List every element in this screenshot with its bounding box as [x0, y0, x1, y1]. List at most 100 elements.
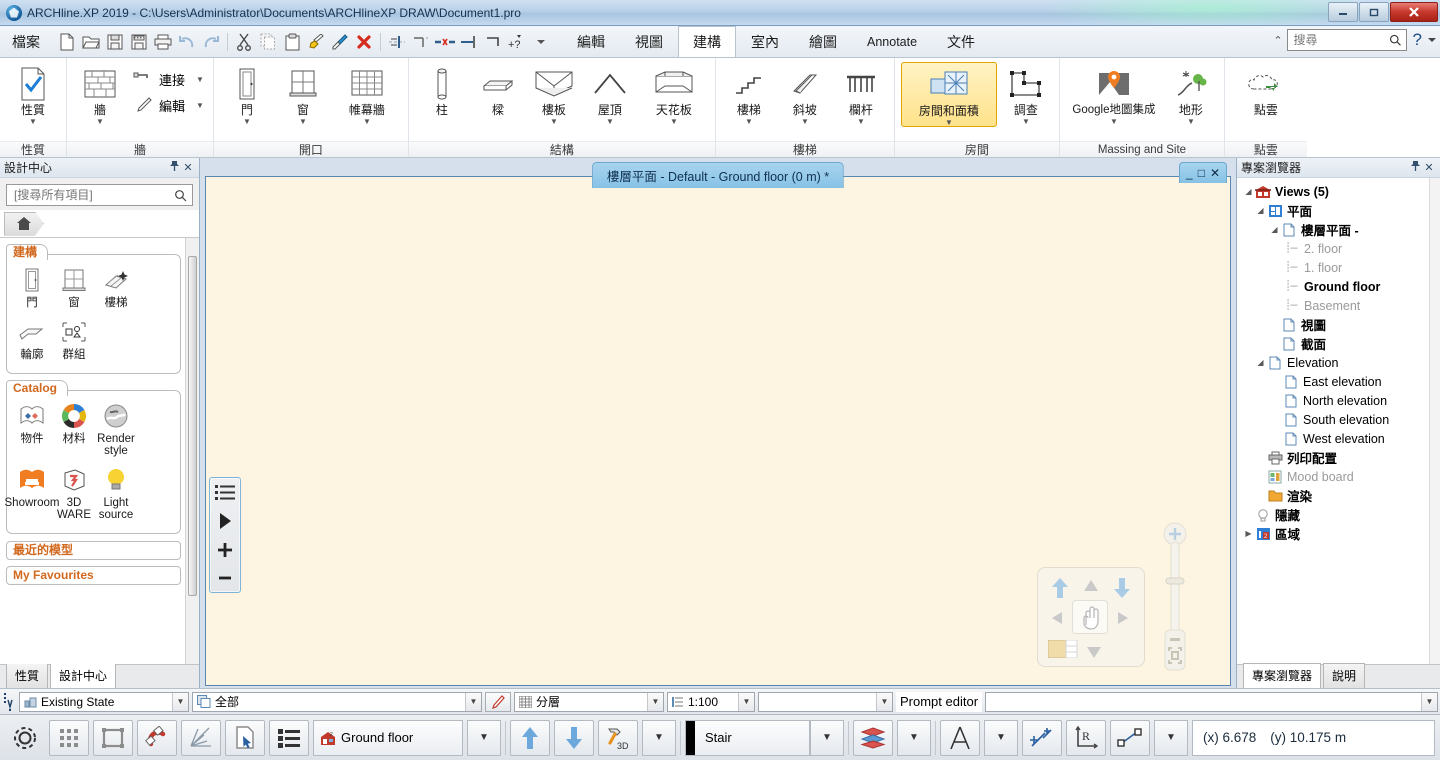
delete-icon[interactable]: [353, 30, 375, 54]
tab-design-center[interactable]: 設計中心: [50, 663, 116, 688]
undo-icon[interactable]: [176, 30, 198, 54]
tab-interior[interactable]: 室內: [736, 26, 794, 57]
print-icon[interactable]: [152, 30, 174, 54]
ribbon-button-wall[interactable]: 牆 ▼: [73, 62, 127, 125]
tree-item-view[interactable]: 視圖: [1241, 315, 1438, 334]
text-A-icon[interactable]: [940, 720, 980, 756]
close-icon[interactable]: ✕: [1422, 161, 1436, 174]
design-state-combo[interactable]: Existing State ▼: [19, 692, 189, 712]
ribbon-button-railing[interactable]: 欄杆 ▼: [834, 62, 888, 125]
tab-properties[interactable]: 性質: [6, 663, 48, 688]
chevron-down-icon[interactable]: ▼: [96, 118, 104, 125]
ribbon-button-stair[interactable]: 樓梯 ▼: [722, 62, 776, 125]
bounding-box-icon[interactable]: [93, 720, 133, 756]
twisty-open-icon[interactable]: ◢: [1255, 206, 1266, 215]
doc-close-button[interactable]: ✕: [1210, 166, 1220, 180]
new-icon[interactable]: [56, 30, 78, 54]
save-icon[interactable]: [104, 30, 126, 54]
chevron-down-icon[interactable]: ▼: [172, 693, 188, 711]
menu-file-button[interactable]: 檔案: [0, 26, 52, 57]
nav-down-outline-icon[interactable]: [1086, 640, 1102, 663]
ribbon-button-window[interactable]: 窗 ▼: [276, 62, 330, 125]
magnet-snap-icon[interactable]: [137, 720, 177, 756]
collapse-ribbon-icon[interactable]: ⌃: [1273, 34, 1282, 47]
ribbon-button-terrain[interactable]: 地形 ▼: [1164, 62, 1218, 125]
twisty-open-icon[interactable]: ◢: [1255, 358, 1266, 367]
chevron-down-icon[interactable]: ▼: [857, 118, 865, 125]
chevron-down-icon[interactable]: ▼: [1187, 118, 1195, 125]
design-center-scrollbar[interactable]: [185, 238, 199, 664]
design-center-item-render-style[interactable]: Render style: [95, 399, 137, 457]
chevron-down-icon[interactable]: ▼: [465, 693, 481, 711]
design-center-group-title[interactable]: 建構: [6, 244, 48, 260]
design-center-item-door[interactable]: 門: [11, 263, 53, 309]
active-tool-chevron-down-icon[interactable]: ▼: [810, 720, 844, 756]
design-center-group-title[interactable]: Catalog: [6, 380, 68, 396]
open-icon[interactable]: [80, 30, 102, 54]
floor-combo-chevron-down-icon[interactable]: ▼: [467, 720, 501, 756]
chevron-down-icon[interactable]: ▼: [745, 118, 753, 125]
minimize-button[interactable]: [1328, 2, 1358, 22]
ribbon-button-door[interactable]: 門 ▼: [220, 62, 274, 125]
paint-brush-icon[interactable]: [305, 30, 327, 54]
tree-item-print-layout[interactable]: 列印配置: [1241, 448, 1438, 467]
chevron-down-icon[interactable]: ▼: [29, 118, 37, 125]
polyline-icon[interactable]: [1110, 720, 1150, 756]
ribbon-button-column[interactable]: 柱: [415, 62, 469, 117]
menu-list-icon[interactable]: [215, 484, 235, 500]
ribbon-button-wall-edit[interactable]: 編輯 ▼: [129, 92, 207, 118]
ribbon-button-beam[interactable]: 樑: [471, 62, 525, 117]
play-triangle-icon[interactable]: [218, 512, 232, 530]
scale-combo[interactable]: 1:100 ▼: [667, 692, 755, 712]
close-button[interactable]: [1390, 2, 1438, 22]
cut-icon[interactable]: [233, 30, 255, 54]
pin-icon[interactable]: [1408, 160, 1422, 175]
ribbon-button-google-maps[interactable]: Google地圖集成 ▼: [1066, 62, 1162, 125]
active-tool-combo[interactable]: Stair: [695, 720, 810, 756]
design-center-item-object[interactable]: 物件: [11, 399, 53, 457]
chevron-down-icon[interactable]: ▼: [1022, 118, 1030, 125]
copy-icon[interactable]: [257, 30, 279, 54]
chevron-down-icon[interactable]: ▼: [647, 693, 663, 711]
tree-item-views[interactable]: ◢ Views (5): [1241, 182, 1438, 201]
project-tree-scrollbar[interactable]: [1429, 178, 1440, 664]
ribbon-button-roof[interactable]: 屋頂 ▼: [583, 62, 637, 125]
linetype-combo[interactable]: 分層 ▼: [514, 692, 664, 712]
hand-pan-icon[interactable]: [1072, 600, 1108, 634]
chevron-down-icon[interactable]: ▼: [801, 118, 809, 125]
nav-up-outline-icon[interactable]: [1083, 578, 1099, 601]
home-icon[interactable]: [4, 212, 44, 236]
twisty-open-icon[interactable]: ◢: [1269, 225, 1280, 234]
design-center-group-recent-models[interactable]: 最近的模型: [6, 541, 181, 560]
drawing-surface[interactable]: [206, 177, 1230, 685]
tree-item-floor-plan[interactable]: ◢ 樓層平面 -: [1241, 220, 1438, 239]
chevron-down-icon[interactable]: ▼: [945, 119, 953, 126]
tree-item-hidden[interactable]: 隱藏: [1241, 505, 1438, 524]
tree-item-elevation[interactable]: ◢ Elevation: [1241, 353, 1438, 372]
tree-item-section[interactable]: 截面: [1241, 334, 1438, 353]
tree-item-west-elevation[interactable]: West elevation: [1241, 429, 1438, 448]
eyedropper-icon[interactable]: [329, 30, 351, 54]
help-button[interactable]: ?: [1411, 30, 1424, 50]
color-swatch-icon[interactable]: [1048, 640, 1078, 661]
ribbon-button-survey[interactable]: 調查 ▼: [999, 62, 1053, 125]
zoom-slider[interactable]: [1162, 522, 1188, 677]
plus-icon[interactable]: [217, 542, 233, 558]
chevron-down-icon[interactable]: ▼: [1110, 118, 1118, 125]
ribbon-button-wall-connect[interactable]: 連接 ▼: [129, 66, 207, 92]
chevron-down-icon[interactable]: ▼: [738, 693, 754, 711]
chevron-down-icon[interactable]: ▼: [876, 693, 892, 711]
ribbon-button-curtain-wall[interactable]: 帷幕牆 ▼: [332, 62, 402, 125]
ribbon-button-ceiling[interactable]: 天花板 ▼: [639, 62, 709, 125]
design-center-item-material[interactable]: 材料: [53, 399, 95, 457]
tree-item-render[interactable]: 渲染: [1241, 486, 1438, 505]
design-center-group-my-favourites[interactable]: My Favourites: [6, 566, 181, 585]
chevron-down-icon[interactable]: ▼: [550, 118, 558, 125]
tab-build[interactable]: 建構: [678, 26, 736, 57]
tree-item-south-elevation[interactable]: South elevation: [1241, 410, 1438, 429]
twisty-open-icon[interactable]: ◢: [1243, 187, 1254, 196]
chevron-down-icon[interactable]: ▼: [1421, 693, 1437, 711]
angle-snap-icon[interactable]: [181, 720, 221, 756]
snap-point-icon[interactable]: [1022, 720, 1062, 756]
design-center-search-input[interactable]: [12, 187, 174, 203]
